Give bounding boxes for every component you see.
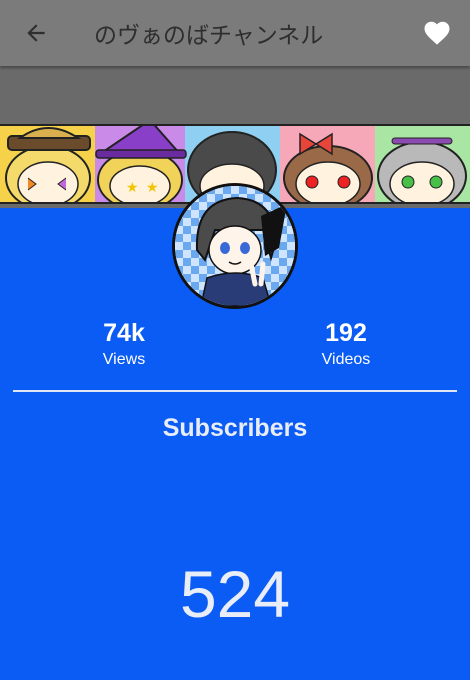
app-bar: のヴぁのばチャンネル — [0, 0, 470, 66]
heart-icon — [424, 21, 450, 45]
subscriber-count: 524 — [179, 557, 291, 631]
subscribers-heading: Subscribers — [162, 414, 308, 442]
videos-count: 192 — [325, 319, 367, 347]
channel-title: のヴぁのばチャンネル — [94, 23, 324, 49]
views-label: Views — [102, 351, 146, 368]
views-stat: 74k Views — [44, 318, 204, 371]
videos-label: Videos — [321, 351, 371, 368]
divider — [13, 390, 457, 392]
views-count: 74k — [103, 319, 145, 347]
svg-text:★: ★ — [146, 180, 159, 196]
svg-text:★: ★ — [126, 180, 139, 196]
videos-stat: 192 Videos — [266, 318, 426, 371]
channel-avatar — [172, 183, 298, 309]
arrow-left-icon — [27, 24, 45, 42]
favorite-button[interactable] — [404, 0, 470, 66]
channel-stats: 74k Views 192 Videos — [0, 318, 470, 378]
back-button[interactable] — [0, 0, 72, 66]
